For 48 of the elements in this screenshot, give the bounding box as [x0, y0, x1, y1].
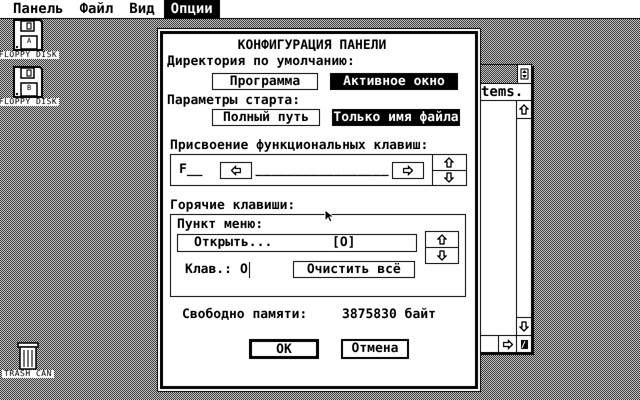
- arrow-down-icon: [444, 172, 454, 184]
- dialog-button[interactable]: Отмена: [341, 339, 409, 359]
- menu-item[interactable]: Файл: [72, 0, 120, 18]
- dialog-title: КОНФИГУРАЦИЯ ПАНЕЛИ: [238, 38, 386, 53]
- section-label: Присвоение функциональных клавиш:: [170, 138, 428, 153]
- size-box[interactable]: [516, 336, 531, 352]
- memory-value: 3875830 байт: [342, 307, 436, 323]
- key-field[interactable]: O: [240, 262, 250, 278]
- title-bar[interactable]: [479, 65, 517, 83]
- option-button[interactable]: Программа: [212, 73, 318, 90]
- fuller-icon: [520, 68, 529, 80]
- section-label: Параметры старта:: [167, 93, 300, 108]
- menu-item[interactable]: Опции: [164, 0, 220, 18]
- arrow-up-icon: [444, 156, 454, 168]
- arrow-up-icon: [519, 104, 529, 115]
- arrow-down-icon: [519, 321, 529, 332]
- arrow-left-icon: [231, 164, 242, 176]
- left-arrow-button[interactable]: [220, 162, 252, 178]
- arrow-down-icon: [437, 250, 447, 261]
- menu-item-field[interactable]: Открыть... [O]: [177, 234, 417, 252]
- menu-item[interactable]: Вид: [122, 0, 162, 18]
- arrow-up-icon: [437, 234, 447, 245]
- arrow-right-icon: [502, 338, 512, 350]
- dialog-button[interactable]: OK: [249, 339, 319, 359]
- scroll-down-button[interactable]: [426, 247, 458, 263]
- function-key-field[interactable]: _________________: [255, 162, 389, 178]
- clear-all-button[interactable]: Очистить всё: [292, 261, 415, 278]
- option-button[interactable]: Активное окно: [330, 73, 458, 90]
- right-arrow-button[interactable]: [392, 162, 424, 178]
- window-info-text: tems.: [481, 84, 524, 100]
- menu-item-label: Пункт меню:: [177, 217, 264, 233]
- icon-label: FLOPPY DISK: [0, 51, 60, 59]
- trash-can-icon[interactable]: [17, 342, 39, 370]
- scroll-right-button[interactable]: [498, 336, 516, 352]
- menu-item[interactable]: Панель: [6, 0, 71, 18]
- option-button[interactable]: Полный путь: [212, 109, 320, 126]
- scroll-down-button[interactable]: [432, 170, 466, 185]
- full-box[interactable]: [517, 65, 531, 83]
- section-label: Директория по умолчанию:: [167, 54, 355, 69]
- memory-label: Свободно памяти:: [182, 307, 308, 323]
- section-label: Горячие клавиши:: [170, 198, 296, 213]
- option-button[interactable]: Только имя файла: [332, 109, 460, 126]
- icon-label: TRASH CAN: [2, 370, 54, 378]
- function-key-label: F__: [179, 162, 202, 178]
- arrow-right-icon: [402, 164, 413, 176]
- key-label: Клав.:: [185, 262, 232, 278]
- resize-icon: [520, 338, 528, 350]
- icon-label: FLOPPY DISK: [0, 98, 60, 106]
